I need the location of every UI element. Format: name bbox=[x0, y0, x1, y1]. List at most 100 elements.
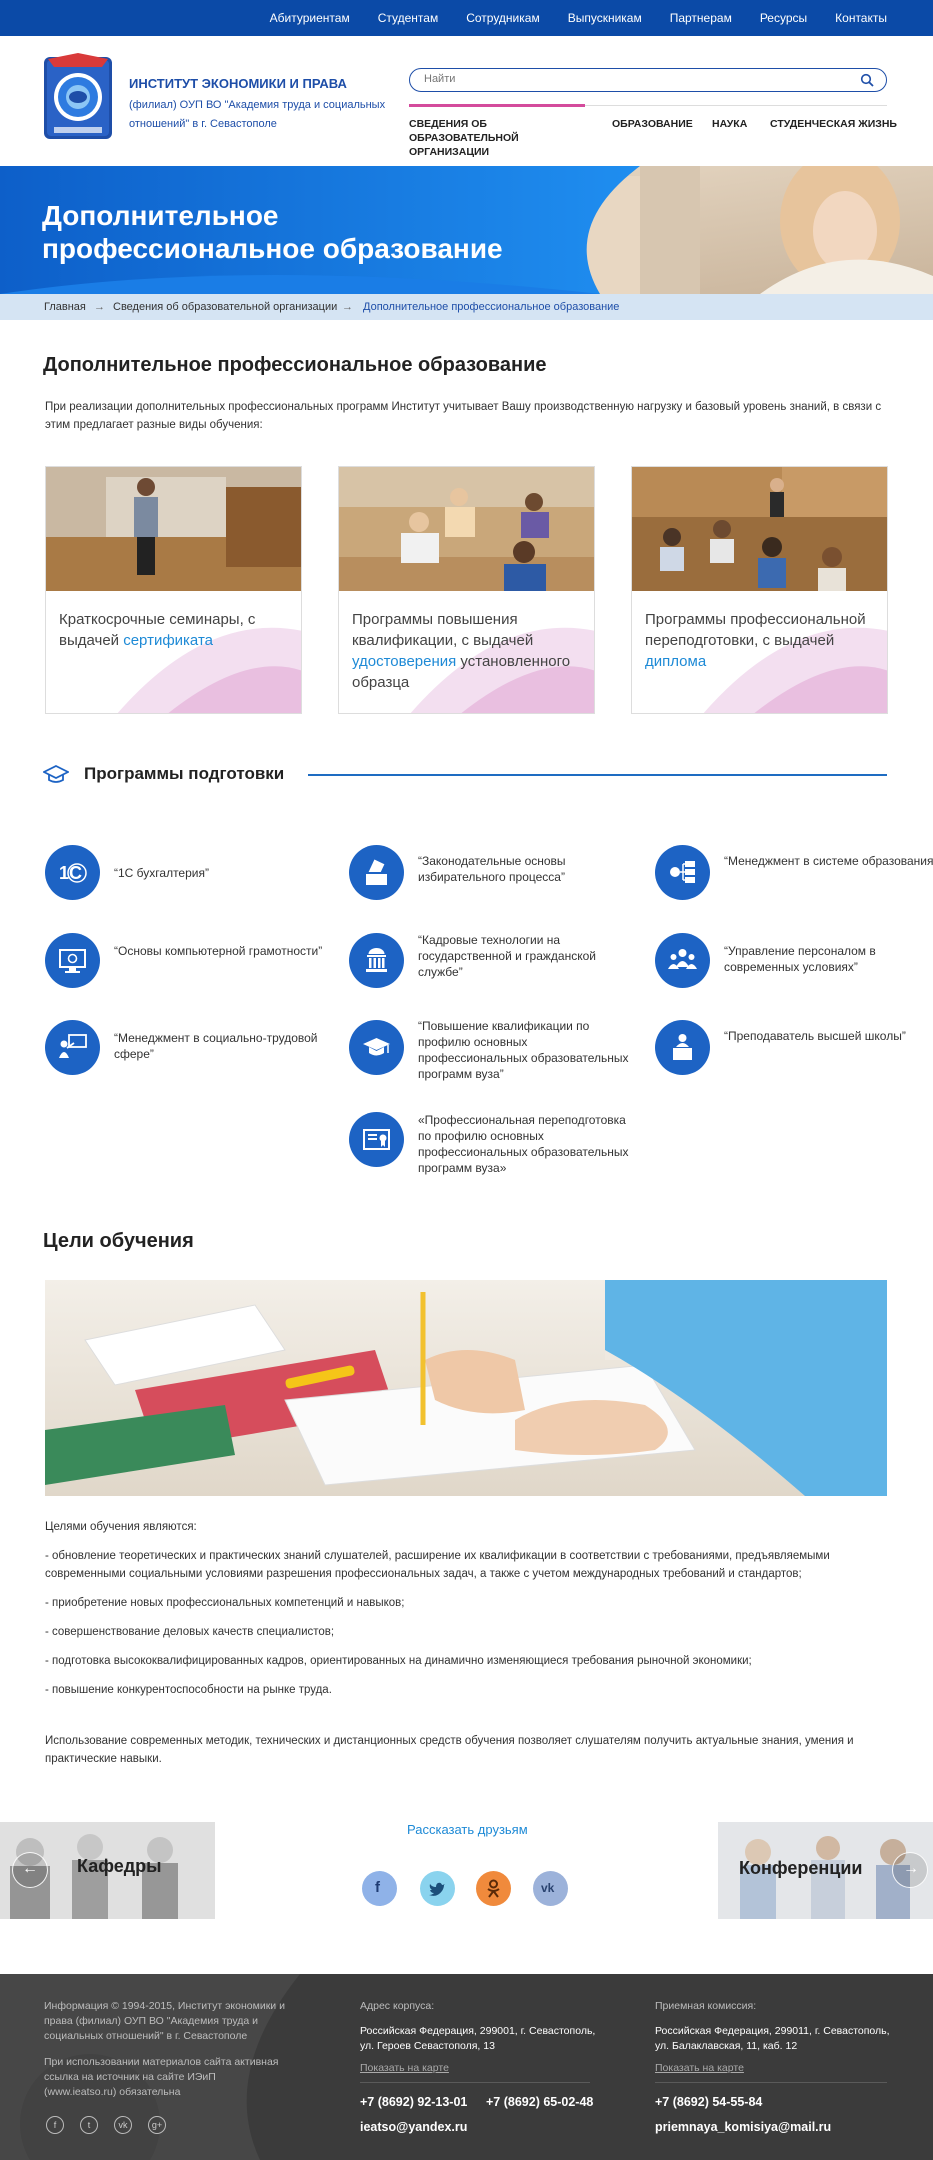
carousel-prev-button[interactable]: ← bbox=[12, 1852, 48, 1888]
footer-facebook-icon[interactable]: f bbox=[46, 2116, 64, 2134]
program-icon-circle bbox=[655, 845, 710, 900]
carousel-next-button[interactable]: → bbox=[892, 1852, 928, 1888]
campus-address: Российская Федерация, 299001, г. Севасто… bbox=[360, 2025, 596, 2052]
program-item[interactable]: “Преподаватель высшей школы” bbox=[655, 1020, 933, 1090]
presenter-icon bbox=[59, 1034, 87, 1058]
ballot-icon bbox=[365, 859, 388, 885]
org-name[interactable]: ИНСТИТУТ ЭКОНОМИКИ И ПРАВА bbox=[129, 76, 347, 91]
program-icon-circle bbox=[45, 1020, 100, 1075]
search-box[interactable] bbox=[409, 68, 887, 92]
search-icon[interactable] bbox=[860, 73, 874, 87]
program-label: “Кадровые технологии на государственной … bbox=[418, 933, 596, 979]
campus-email[interactable]: ieatso@yandex.ru bbox=[360, 2120, 467, 2134]
arrow-left-icon: ← bbox=[22, 1860, 38, 1877]
vk-icon: vk bbox=[541, 1881, 555, 1895]
breadcrumb-about[interactable]: Сведения об образовательной организации bbox=[113, 301, 337, 313]
seminar-photo bbox=[46, 467, 301, 591]
card-link-certificate-of-qualification[interactable]: удостоверения bbox=[352, 653, 456, 670]
lecture-hall-photo bbox=[632, 467, 887, 591]
card-text-main: Программы профессиональной переподготовк… bbox=[645, 611, 866, 649]
government-building-icon bbox=[366, 948, 387, 972]
admissions-map-link[interactable]: Показать на карте bbox=[655, 2061, 744, 2076]
card-seminars[interactable]: Краткосрочные семинары, с выдачей сертиф… bbox=[45, 466, 302, 714]
top-navigation: Абитуриентам Студентам Сотрудникам Выпус… bbox=[0, 0, 933, 36]
program-item[interactable]: «Профессиональная переподготовка по проф… bbox=[349, 1112, 649, 1182]
card-link-certificate[interactable]: сертификата bbox=[123, 632, 213, 649]
program-label: “Преподаватель высшей школы” bbox=[724, 1029, 906, 1043]
graduation-cap-icon bbox=[363, 1038, 390, 1056]
program-label: “1С бухгалтерия” bbox=[114, 866, 209, 880]
footer-vk-icon[interactable]: vk bbox=[114, 2116, 132, 2134]
menu-item-science[interactable]: НАУКА bbox=[712, 117, 747, 131]
footer-notice: При использовании материалов сайта актив… bbox=[44, 2056, 279, 2098]
certificate-icon bbox=[363, 1129, 390, 1150]
program-label: “Менеджмент в системе образования” bbox=[724, 854, 933, 868]
program-item[interactable]: “Повышение квалификации по профилю основ… bbox=[349, 1019, 649, 1090]
program-item[interactable]: “Менеджмент в социально-трудовой сфере” bbox=[45, 1020, 345, 1090]
hero-banner: Дополнительное профессиональное образован… bbox=[0, 166, 933, 294]
program-label: “Управление персоналом в современных усл… bbox=[724, 944, 876, 974]
topnav-item-partners[interactable]: Партнерам bbox=[670, 11, 732, 25]
program-item[interactable]: “Управление персоналом в современных усл… bbox=[655, 933, 933, 1003]
footer-google-plus-icon[interactable]: g+ bbox=[148, 2116, 166, 2134]
program-item[interactable]: “Законодательные основы избирательного п… bbox=[349, 845, 649, 915]
program-icon-circle bbox=[349, 1020, 404, 1075]
graduation-cap-icon bbox=[43, 764, 69, 783]
topnav-item-alumni[interactable]: Выпускникам bbox=[568, 11, 642, 25]
org-chart-icon bbox=[670, 861, 695, 883]
campus-map-link[interactable]: Показать на карте bbox=[360, 2061, 449, 2076]
topnav-item-applicants[interactable]: Абитуриентам bbox=[270, 11, 350, 25]
topnav-item-staff[interactable]: Сотрудникам bbox=[466, 11, 539, 25]
admissions-phone[interactable]: +7 (8692) 54-55-84 bbox=[655, 2095, 762, 2109]
search-input[interactable] bbox=[424, 73, 844, 85]
card-retraining[interactable]: Программы профессиональной переподготовк… bbox=[631, 466, 888, 714]
card-link-diploma[interactable]: диплома bbox=[645, 653, 706, 670]
program-icon-circle bbox=[45, 933, 100, 988]
goals-paragraph: - совершенствование деловых качеств спец… bbox=[45, 1626, 335, 1638]
program-label: “Основы компьютерной грамотности” bbox=[114, 944, 323, 958]
hero-title-line1: Дополнительное bbox=[42, 200, 279, 231]
card-qualification[interactable]: Программы повышения квалификации, с выда… bbox=[338, 466, 595, 714]
menu-item-about[interactable]: СВЕДЕНИЯ ОБ ОБРАЗОВАТЕЛЬНОЙ ОРГАНИЗАЦИИ bbox=[409, 117, 594, 159]
breadcrumb: Главная → Сведения об образовательной ор… bbox=[0, 294, 933, 320]
campus-phone-1[interactable]: +7 (8692) 92-13-01 bbox=[360, 2095, 467, 2109]
goals-text: Целями обучения являются: - обновление т… bbox=[45, 1518, 887, 1779]
share-odnoklassniki-button[interactable] bbox=[476, 1871, 511, 1906]
admissions-email[interactable]: priemnaya_komisiya@mail.ru bbox=[655, 2120, 831, 2134]
campus-phone-2[interactable]: +7 (8692) 65-02-48 bbox=[486, 2095, 593, 2109]
program-icon-circle bbox=[655, 1020, 710, 1075]
students-photo bbox=[339, 467, 594, 591]
program-label: “Повышение квалификации по профилю основ… bbox=[418, 1019, 629, 1081]
institute-logo[interactable] bbox=[42, 53, 114, 143]
twitter-icon bbox=[429, 1882, 445, 1896]
share-facebook-button[interactable]: f bbox=[362, 1871, 397, 1906]
footer-twitter-icon[interactable]: t bbox=[80, 2116, 98, 2134]
program-item[interactable]: 1C “1С бухгалтерия” bbox=[45, 845, 345, 915]
program-item[interactable]: “Менеджмент в системе образования” bbox=[655, 845, 933, 915]
share-vk-button[interactable]: vk bbox=[533, 1871, 568, 1906]
menu-item-education[interactable]: ОБРАЗОВАНИЕ bbox=[612, 117, 693, 131]
program-item[interactable]: “Кадровые технологии на государственной … bbox=[349, 933, 649, 1003]
footer-divider bbox=[360, 2082, 590, 2083]
org-subtitle: (филиал) ОУП ВО "Академия труда и социал… bbox=[129, 99, 386, 130]
program-icon-circle bbox=[349, 845, 404, 900]
conferences-label: Конференции bbox=[739, 1858, 863, 1878]
breadcrumb-arrow-icon: → bbox=[342, 301, 353, 313]
admissions-address: Российская Федерация, 299011, г. Севасто… bbox=[655, 2025, 890, 2052]
campus-label: Адрес корпуса: bbox=[360, 2000, 435, 2012]
goals-paragraph: - приобретение новых профессиональных ко… bbox=[45, 1597, 405, 1609]
topnav-item-students[interactable]: Студентам bbox=[378, 11, 439, 25]
facebook-icon: f bbox=[375, 1879, 380, 1896]
site-footer: Информация © 1994-2015, Институт экономи… bbox=[0, 1974, 933, 2160]
card-text: Программы профессиональной переподготовк… bbox=[645, 609, 875, 672]
menu-item-student-life[interactable]: СТУДЕНЧЕСКАЯ ЖИЗНЬ bbox=[770, 117, 897, 131]
share-twitter-button[interactable] bbox=[420, 1871, 455, 1906]
goals-closing: Использование современных методик, техни… bbox=[45, 1735, 854, 1765]
topnav-item-contacts[interactable]: Контакты bbox=[835, 11, 887, 25]
program-icon-circle: 1C bbox=[45, 845, 100, 900]
breadcrumb-home[interactable]: Главная bbox=[44, 301, 86, 313]
footer-divider bbox=[655, 2082, 887, 2083]
program-item[interactable]: “Основы компьютерной грамотности” bbox=[45, 933, 345, 1003]
topnav-item-resources[interactable]: Ресурсы bbox=[760, 11, 807, 25]
program-icon-circle bbox=[349, 933, 404, 988]
